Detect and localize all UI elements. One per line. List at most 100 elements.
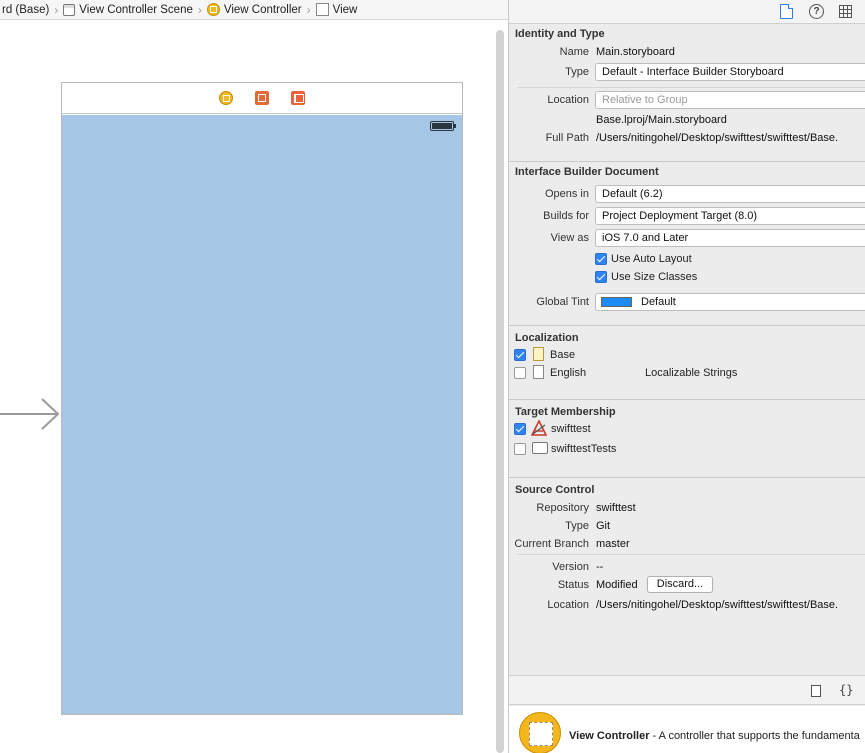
- breadcrumb-view-label: View: [332, 3, 358, 16]
- discard-button[interactable]: Discard...: [647, 576, 713, 593]
- localization-type[interactable]: Localizable Strings: [645, 367, 737, 379]
- builds-for-label: Builds for: [543, 210, 589, 222]
- opens-in-popup[interactable]: Default (6.2): [595, 185, 865, 203]
- view-as-popup[interactable]: iOS 7.0 and Later: [595, 229, 865, 247]
- name-field[interactable]: Main.storyboard: [596, 46, 675, 58]
- canvas-vertical-scrollbar[interactable]: [496, 30, 504, 753]
- identity-and-type-section: Identity and Type Name Main.storyboard T…: [509, 24, 865, 162]
- localization-label: English: [550, 367, 587, 379]
- sc-type-value: Git: [596, 520, 611, 532]
- file-template-library-icon[interactable]: [811, 685, 821, 697]
- localization-section: Localization Base English Localizable St…: [509, 326, 865, 400]
- repository-value: swifttest: [596, 502, 636, 514]
- target-row: swifttestTests: [509, 440, 865, 460]
- global-tint-label: Global Tint: [536, 296, 589, 308]
- first-responder-icon[interactable]: [255, 91, 269, 105]
- auto-layout-checkbox[interactable]: [595, 253, 607, 265]
- battery-icon: [430, 121, 456, 131]
- section-title: Localization: [515, 332, 579, 344]
- version-value: --: [596, 561, 604, 573]
- breadcrumb-view[interactable]: View: [314, 3, 360, 16]
- target-membership-section: Target Membership swifttest swifttestTes…: [509, 400, 865, 478]
- chevron-right-icon: ›: [54, 2, 59, 17]
- repository-label: Repository: [536, 502, 589, 514]
- exit-icon[interactable]: [291, 91, 305, 105]
- target-checkbox[interactable]: [514, 423, 526, 435]
- size-classes-row: Use Size Classes: [509, 268, 865, 286]
- divider: [517, 87, 865, 88]
- localization-checkbox[interactable]: [514, 349, 526, 361]
- interface-builder-document-section: Interface Builder Document Opens in Defa…: [509, 162, 865, 326]
- library-item-view-controller[interactable]: View Controller - A controller that supp…: [509, 706, 865, 753]
- view-controller-library-icon: [519, 712, 561, 753]
- global-tint-popup[interactable]: Default: [595, 293, 865, 311]
- section-title: Target Membership: [515, 406, 616, 418]
- status-value: Modified: [596, 579, 638, 591]
- section-title: Source Control: [515, 484, 595, 496]
- identity-grid-icon[interactable]: [839, 5, 852, 18]
- view-icon: [315, 3, 329, 16]
- current-branch-value: master: [596, 538, 630, 550]
- file-inspector-icon[interactable]: [780, 4, 793, 19]
- sc-location-label: Location: [547, 599, 589, 611]
- location-path: Base.lproj/Main.storyboard: [596, 114, 727, 126]
- code-snippet-library-icon[interactable]: {}: [839, 683, 853, 697]
- full-path-value: /Users/nitingohel/Desktop/swifttest/swif…: [596, 132, 839, 144]
- library-item-title: View Controller: [569, 730, 650, 742]
- localization-label: Base: [550, 349, 576, 361]
- type-label: Type: [565, 66, 589, 78]
- utilities-inspector: ? Identity and Type Name Main.storyboard…: [508, 0, 865, 753]
- location-popup[interactable]: Relative to Group: [595, 91, 865, 109]
- sc-location-value: /Users/nitingohel/Desktop/swifttest/swif…: [596, 599, 839, 611]
- library-item-text: View Controller - A controller that supp…: [569, 730, 860, 742]
- current-branch-label: Current Branch: [514, 538, 589, 550]
- breadcrumb-storyboard-label: rd (Base): [2, 3, 50, 16]
- target-checkbox[interactable]: [514, 443, 526, 455]
- jump-bar: rd (Base) › View Controller Scene › View…: [0, 0, 508, 20]
- view-as-label: View as: [550, 232, 589, 244]
- root-view[interactable]: [62, 115, 462, 714]
- source-control-section: Source Control Repository swifttest Type…: [509, 478, 865, 626]
- global-tint-value: Default: [641, 296, 676, 308]
- scene-icon: [63, 3, 76, 16]
- chevron-right-icon: ›: [306, 2, 311, 17]
- builds-for-popup[interactable]: Project Deployment Target (8.0): [595, 207, 865, 225]
- view-controller-scene[interactable]: [61, 82, 463, 715]
- target-row: swifttest: [509, 420, 865, 440]
- location-label: Location: [547, 94, 589, 106]
- target-label: swifttest: [551, 423, 591, 435]
- breadcrumb-view-controller-label: View Controller: [223, 3, 302, 16]
- file-icon: [533, 365, 544, 379]
- status-label: Status: [557, 579, 589, 591]
- auto-layout-label: Use Auto Layout: [611, 253, 692, 265]
- name-label: Name: [559, 46, 589, 58]
- section-title: Identity and Type: [515, 28, 605, 40]
- app-target-icon: [531, 420, 547, 436]
- size-classes-label: Use Size Classes: [611, 271, 698, 283]
- storyboard-file-icon: [533, 347, 544, 361]
- target-label: swifttestTests: [551, 443, 617, 455]
- section-title: Interface Builder Document: [515, 166, 659, 178]
- test-bundle-icon: [532, 442, 548, 454]
- breadcrumb-scene-label: View Controller Scene: [79, 3, 193, 16]
- breadcrumb-view-controller[interactable]: View Controller: [205, 3, 304, 16]
- tint-color-swatch: [601, 297, 632, 307]
- library-item-description: - A controller that supports the fundame…: [649, 730, 860, 742]
- size-classes-checkbox[interactable]: [595, 271, 607, 283]
- initial-entry-arrow-icon[interactable]: [0, 397, 62, 431]
- quick-help-icon[interactable]: ?: [809, 4, 824, 19]
- full-path-label: Full Path: [545, 132, 589, 144]
- localization-row: English Localizable Strings: [509, 364, 865, 382]
- localization-row: Base: [509, 346, 865, 364]
- localization-checkbox[interactable]: [514, 367, 526, 379]
- opens-in-label: Opens in: [544, 188, 589, 200]
- version-label: Version: [552, 561, 589, 573]
- divider: [517, 554, 865, 555]
- breadcrumb-storyboard[interactable]: rd (Base): [0, 4, 51, 16]
- type-popup[interactable]: Default - Interface Builder Storyboard: [595, 63, 865, 81]
- view-controller-dock-icon[interactable]: [219, 91, 233, 105]
- sc-type-label: Type: [565, 520, 589, 532]
- view-controller-icon: [206, 3, 220, 16]
- breadcrumb-scene[interactable]: View Controller Scene: [61, 3, 195, 16]
- scene-dock: [62, 83, 462, 114]
